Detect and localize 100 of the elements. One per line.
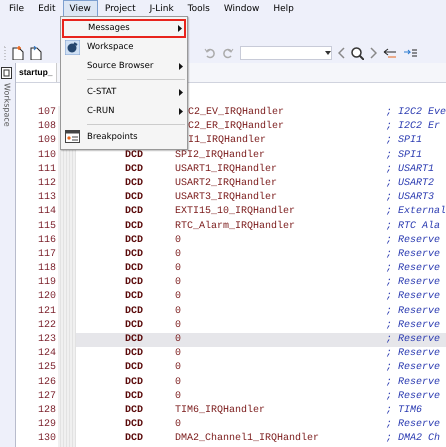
menu-entry[interactable]: Source Browser bbox=[61, 57, 187, 76]
code-comment: ; Reserve bbox=[386, 234, 440, 248]
code-symbol: TIM6_IRQHandler bbox=[174, 404, 266, 418]
editor-tab[interactable]: startup_ bbox=[16, 63, 57, 82]
line-number: 130 bbox=[38, 432, 56, 446]
menu-item[interactable]: Edit bbox=[31, 0, 62, 17]
code-directive: DCD bbox=[124, 376, 144, 390]
line-number: 122 bbox=[38, 318, 56, 333]
code-comment: ; Reserve bbox=[386, 262, 440, 276]
open-file-icon[interactable] bbox=[30, 46, 42, 60]
line-number: 123 bbox=[38, 333, 56, 347]
code-comment: ; SPI1 bbox=[386, 134, 422, 148]
code-comment: ; Reserve bbox=[386, 248, 440, 262]
line-number: 108 bbox=[38, 120, 56, 134]
new-file-icon[interactable] bbox=[12, 46, 24, 60]
line-number: 114 bbox=[38, 205, 56, 220]
code-comment: ; SPI1 bbox=[386, 148, 422, 163]
code-symbol: SPI2_IRQHandler bbox=[174, 148, 266, 163]
menu-item[interactable]: File bbox=[2, 0, 32, 17]
line-number: 127 bbox=[38, 390, 56, 404]
code-comment: ; USART3 bbox=[386, 191, 434, 206]
panel-tab[interactable]: Workspace bbox=[0, 83, 12, 127]
menu-item[interactable]: Help bbox=[266, 0, 301, 17]
code-comment: ; Reserve bbox=[386, 390, 440, 404]
code-directive: DCD bbox=[124, 205, 144, 220]
code-directive: DCD bbox=[124, 404, 144, 418]
line-number: 117 bbox=[38, 248, 56, 262]
line-number: 125 bbox=[38, 361, 56, 376]
code-symbol: 0 bbox=[174, 390, 182, 404]
menu-item[interactable]: J-Link bbox=[142, 0, 181, 17]
code-comment: ; External bbox=[386, 205, 446, 220]
code-symbol: 0 bbox=[174, 318, 182, 333]
line-number: 121 bbox=[38, 304, 56, 319]
line-number: 119 bbox=[38, 276, 56, 290]
code-directive: DCD bbox=[124, 418, 144, 432]
code-symbol: C2_ER_IRQHandler bbox=[186, 120, 285, 134]
code-directive: DCD bbox=[124, 276, 144, 290]
back-icon[interactable] bbox=[338, 47, 345, 59]
line-number: 107 bbox=[38, 106, 56, 120]
code-comment: ; USART2 bbox=[386, 176, 434, 191]
code-directive: DCD bbox=[124, 361, 144, 376]
code-symbol: 0 bbox=[174, 361, 182, 376]
code-symbol: 0 bbox=[174, 418, 182, 432]
code-comment: ; I2C2 Eve bbox=[386, 106, 446, 120]
search-combo-field[interactable] bbox=[240, 46, 332, 60]
line-number: 128 bbox=[38, 404, 56, 418]
code-symbol: EXTI15_10_IRQHandler bbox=[174, 205, 296, 220]
list-arrow-icon[interactable] bbox=[403, 47, 417, 59]
code-directive: DCD bbox=[124, 390, 144, 404]
code-directive: DCD bbox=[124, 347, 144, 362]
code-symbol: USART2_IRQHandler bbox=[174, 176, 278, 191]
menu-item[interactable]: Window bbox=[216, 0, 266, 17]
line-number: 118 bbox=[38, 262, 56, 276]
code-comment: ; Reserve bbox=[386, 361, 440, 376]
code-comment: ; Reserve bbox=[386, 290, 440, 304]
line-number: 115 bbox=[38, 220, 56, 234]
line-number: 113 bbox=[38, 191, 56, 206]
arrow-list-icon[interactable] bbox=[383, 47, 397, 59]
code-symbol: 0 bbox=[174, 248, 182, 262]
line-number: 124 bbox=[38, 347, 56, 362]
menu-entry[interactable]: Messages bbox=[62, 19, 186, 38]
menu-item[interactable]: Tools bbox=[180, 0, 217, 17]
code-comment: ; Reserve bbox=[386, 376, 440, 390]
code-comment: ; DMA2 Ch bbox=[386, 432, 440, 446]
code-symbol: USART1_IRQHandler bbox=[174, 162, 278, 177]
code-symbol: 0 bbox=[174, 262, 182, 276]
menu-item[interactable]: Project bbox=[98, 0, 143, 17]
code-directive: DCD bbox=[124, 234, 144, 248]
menu-entry[interactable]: Workspace bbox=[61, 38, 187, 57]
menu-entry[interactable]: C-STAT bbox=[61, 83, 187, 102]
code-comment: ; Reserve bbox=[386, 318, 440, 333]
code-symbol: 0 bbox=[174, 347, 182, 362]
code-symbol: 0 bbox=[174, 376, 182, 390]
line-number: 112 bbox=[38, 176, 56, 191]
code-directive: DCD bbox=[124, 248, 144, 262]
menu-entry[interactable]: C-RUN bbox=[61, 102, 187, 121]
forward-icon[interactable] bbox=[370, 47, 377, 59]
line-number: 126 bbox=[38, 376, 56, 390]
code-directive: DCD bbox=[124, 220, 144, 234]
menu-entry[interactable]: Breakpoints bbox=[61, 128, 187, 147]
line-number: 129 bbox=[38, 418, 56, 432]
code-comment: ; Reserve bbox=[386, 418, 440, 432]
dropdown-caret-icon bbox=[325, 51, 331, 55]
code-comment: ; Reserve bbox=[386, 304, 440, 319]
code-symbol: DMA2_Channel1_IRQHandler bbox=[174, 432, 320, 446]
code-comment: ; Reserve bbox=[386, 347, 440, 362]
search-icon[interactable] bbox=[351, 46, 364, 60]
code-symbol: 0 bbox=[174, 333, 182, 347]
code-directive: DCD bbox=[124, 191, 144, 206]
code-comment: ; TIM6 bbox=[386, 404, 422, 418]
code-symbol: 0 bbox=[174, 276, 182, 290]
panel-icon[interactable] bbox=[0, 67, 12, 79]
code-comment: ; I2C2 Er bbox=[386, 120, 440, 134]
code-directive: DCD bbox=[124, 262, 144, 276]
code-comment: ; RTC Ala bbox=[386, 220, 440, 234]
code-symbol: I1_IRQHandler bbox=[186, 134, 267, 148]
code-directive: DCD bbox=[124, 333, 144, 347]
line-number: 111 bbox=[38, 162, 56, 177]
code-symbol: 0 bbox=[174, 304, 182, 319]
menu-item[interactable]: View bbox=[62, 0, 98, 17]
